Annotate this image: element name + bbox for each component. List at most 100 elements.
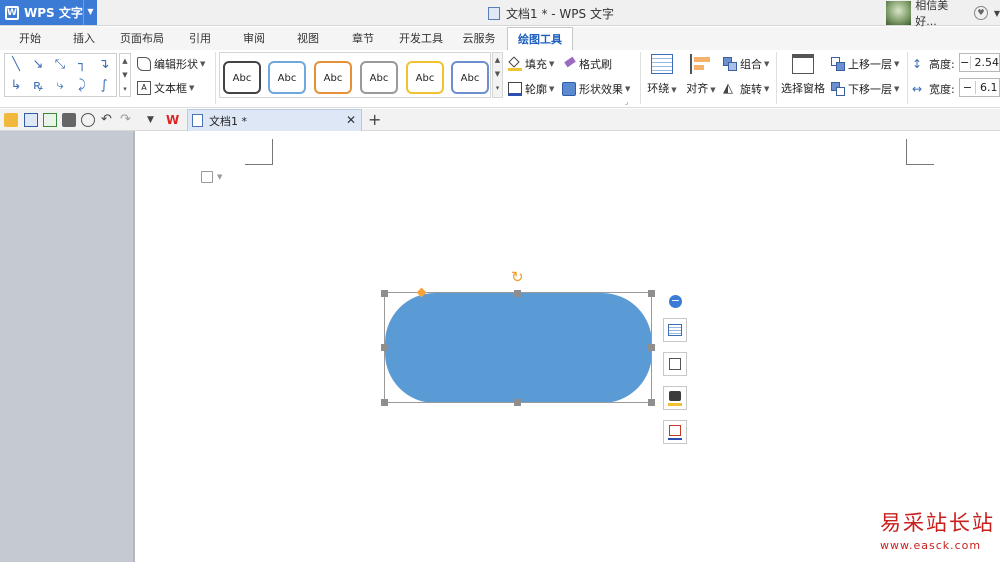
height-value[interactable]: 2.54 [971, 56, 1000, 69]
send-backward-button[interactable]: 下移一层 ▼ [831, 81, 899, 97]
tab-home[interactable]: 开始 [8, 27, 52, 50]
resize-handle-nw[interactable] [381, 290, 388, 297]
line-icon[interactable]: ╲ [7, 57, 25, 72]
save-icon[interactable] [24, 113, 38, 127]
elbow-arrow-icon[interactable]: ↴ [95, 57, 113, 72]
resize-handle-se[interactable] [648, 399, 655, 406]
brush-icon [562, 56, 576, 71]
chevron-down-icon: ▼ [549, 60, 555, 68]
print-preview-icon[interactable] [81, 113, 95, 127]
chevron-down-icon: ▼ [189, 84, 195, 92]
arrow-line-icon[interactable]: ↘ [29, 57, 47, 72]
tab-developer[interactable]: 开发工具 [393, 27, 449, 50]
style-preset-1[interactable]: Abc [223, 61, 261, 94]
tab-view[interactable]: 视图 [286, 27, 330, 50]
group-button[interactable]: 组合 ▼ [723, 56, 769, 72]
height-decrement-button[interactable]: − [960, 56, 971, 69]
width-decrement-button[interactable]: − [960, 81, 976, 94]
wrap-label: 环绕 [647, 82, 670, 95]
resize-handle-ne[interactable] [648, 290, 655, 297]
align-button[interactable]: 对齐 ▼ [684, 54, 718, 96]
app-menu-button[interactable]: W WPS 文字 ▼ [0, 0, 97, 25]
crop-mark-top-right [906, 139, 934, 165]
style-preset-4[interactable]: Abc [360, 61, 398, 94]
tab-review[interactable]: 审阅 [232, 27, 276, 50]
selection-pane-label: 选择窗格 [781, 82, 825, 95]
style-preset-2[interactable]: Abc [268, 61, 306, 94]
rotate-handle-icon[interactable]: ↻ [511, 270, 524, 285]
styles-scroll[interactable]: ▲ ▼ ▾ [492, 52, 503, 98]
resize-handle-s[interactable] [514, 399, 521, 406]
app-dropdown-icon[interactable]: ▼ [83, 0, 97, 25]
export-pdf-icon[interactable] [43, 113, 57, 127]
outline-button[interactable]: 轮廓 ▼ [508, 81, 554, 97]
edit-shape-side-button[interactable] [663, 352, 687, 376]
user-area[interactable]: 相信美好... ♥ ▼ [886, 0, 1000, 29]
resize-handle-w[interactable] [381, 344, 388, 351]
wrap-layout-button[interactable] [663, 318, 687, 342]
chevron-down-icon: ▼ [894, 85, 900, 93]
elbow-connector-icon[interactable]: ┐ [73, 57, 91, 72]
resize-handle-sw[interactable] [381, 399, 388, 406]
fill-button[interactable]: 填充 ▼ [508, 56, 554, 72]
shape-effects-button[interactable]: 形状效果 ▼ [562, 81, 630, 97]
avatar[interactable] [886, 1, 912, 25]
curve-double-arrow-icon[interactable]: ⤸ [73, 78, 91, 93]
resize-handle-e[interactable] [648, 344, 655, 351]
width-label: ↔ 宽度: [912, 82, 955, 96]
gallery-scroll[interactable]: ▲ ▼ ▾ [119, 53, 131, 97]
undo-icon[interactable]: ↶ [101, 113, 115, 127]
fill-label: 填充 [525, 58, 547, 71]
paste-options-icon[interactable] [201, 171, 213, 183]
freeform-icon[interactable]: ∫ [95, 78, 113, 93]
chevron-down-icon[interactable]: ▼ [994, 9, 1000, 18]
open-folder-icon[interactable] [4, 113, 18, 127]
style-preset-6[interactable]: Abc [451, 61, 489, 94]
group-label: 组合 [740, 58, 762, 71]
shield-icon[interactable]: ♥ [974, 6, 988, 20]
dialog-launcher-icon[interactable]: ⌟ [625, 98, 628, 106]
resize-handle-n[interactable] [514, 290, 521, 297]
wps-home-icon[interactable]: W [166, 113, 180, 127]
tab-page-layout[interactable]: 页面布局 [114, 27, 170, 50]
outline-side-button[interactable] [663, 420, 687, 444]
fill-side-button[interactable] [663, 386, 687, 410]
user-name[interactable]: 相信美好... [915, 0, 968, 29]
elbow-double-arrow-icon[interactable]: ↳ [7, 78, 25, 93]
customize-toolbar-icon[interactable]: ▼ [147, 113, 161, 127]
curve-arrow-icon[interactable]: ⤷ [51, 78, 69, 93]
curve-connector-icon[interactable]: ꝶ [29, 78, 47, 93]
collapse-icon[interactable]: − [669, 295, 682, 308]
edit-shape-icon [137, 57, 151, 71]
tab-insert[interactable]: 插入 [62, 27, 106, 50]
style-preset-3[interactable]: Abc [314, 61, 352, 94]
tab-cloud[interactable]: 云服务 [456, 27, 502, 50]
format-painter-button[interactable]: 格式刷 [562, 56, 612, 72]
double-arrow-icon[interactable]: ⤡ [51, 57, 69, 72]
selection-pane-button[interactable]: 选择窗格 [780, 54, 826, 96]
chevron-down-icon[interactable]: ▼ [217, 173, 222, 181]
wrap-button[interactable]: 环绕 ▼ [646, 54, 678, 96]
divider [215, 52, 216, 104]
text-box-icon: A [137, 81, 151, 95]
height-field[interactable]: − 2.54 [959, 53, 1000, 72]
width-value[interactable]: 6.1 [976, 81, 998, 94]
print-icon[interactable] [62, 113, 76, 127]
chevron-down-icon: ▼ [671, 86, 677, 94]
tab-references[interactable]: 引用 [178, 27, 222, 50]
tab-section[interactable]: 章节 [341, 27, 385, 50]
edit-shape-button[interactable]: 编辑形状 ▼ [137, 56, 205, 72]
document-tab[interactable]: 文档1 * ✕ [187, 109, 362, 131]
rotate-button[interactable]: ◭ 旋转 ▼ [723, 81, 769, 97]
bring-forward-button[interactable]: 上移一层 ▼ [831, 56, 899, 72]
height-label: ↕ 高度: [912, 57, 955, 71]
new-tab-icon[interactable]: + [368, 112, 382, 128]
close-icon[interactable]: ✕ [346, 113, 356, 127]
style-preset-5[interactable]: Abc [406, 61, 444, 94]
width-field[interactable]: − 6.1 [959, 78, 1000, 97]
tab-drawing-tools[interactable]: 绘图工具 [507, 27, 573, 50]
redo-icon[interactable]: ↷ [120, 113, 134, 127]
quick-access-bar: ↶ ↷ ▼ W + [0, 109, 1000, 131]
text-box-button[interactable]: A 文本框 ▼ [137, 80, 194, 96]
canvas-margin [0, 131, 135, 562]
